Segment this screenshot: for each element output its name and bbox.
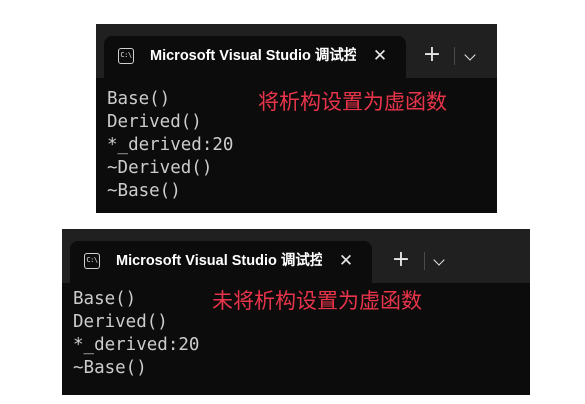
tab-dropdown-button[interactable] bbox=[457, 42, 485, 70]
tab-bar: C:\ Microsoft Visual Studio 调试控制台 ✕ + bbox=[96, 24, 497, 78]
output-line: Derived() bbox=[107, 112, 202, 132]
terminal-icon: C:\ bbox=[84, 253, 100, 269]
tab-title: Microsoft Visual Studio 调试控制台 bbox=[116, 253, 322, 269]
annotation-label: 将析构设置为虚函数 bbox=[258, 90, 447, 114]
tab-separator bbox=[424, 252, 425, 270]
output-line: ~Base() bbox=[107, 181, 181, 201]
output-line: Base() bbox=[107, 89, 171, 109]
tab-debug-console[interactable]: C:\ Microsoft Visual Studio 调试控制台 ✕ bbox=[70, 241, 372, 283]
console-output: Base() Derived() *_derived:20 ~Base() 未将… bbox=[62, 283, 530, 395]
output-line: ~Derived() bbox=[107, 158, 213, 178]
close-icon[interactable]: ✕ bbox=[368, 44, 392, 68]
output-line: Derived() bbox=[73, 312, 168, 332]
terminal-icon: C:\ bbox=[118, 48, 134, 64]
chevron-down-icon bbox=[464, 49, 476, 61]
terminal-window-virtual: C:\ Microsoft Visual Studio 调试控制台 ✕ + Ba… bbox=[96, 24, 497, 213]
tab-dropdown-button[interactable] bbox=[426, 247, 454, 275]
output-line: ~Base() bbox=[73, 358, 147, 378]
tab-separator bbox=[454, 47, 455, 65]
output-line: *_derived:20 bbox=[107, 135, 234, 155]
chevron-down-icon bbox=[433, 254, 445, 266]
plus-icon[interactable]: + bbox=[418, 42, 446, 70]
console-output: Base() Derived() *_derived:20 ~Derived()… bbox=[96, 78, 497, 213]
annotation-label: 未将析构设置为虚函数 bbox=[212, 289, 422, 313]
tab-debug-console[interactable]: C:\ Microsoft Visual Studio 调试控制台 ✕ bbox=[104, 36, 406, 78]
terminal-window-non-virtual: C:\ Microsoft Visual Studio 调试控制台 ✕ + Ba… bbox=[62, 229, 530, 395]
tab-bar: C:\ Microsoft Visual Studio 调试控制台 ✕ + bbox=[62, 229, 530, 283]
output-line: Base() bbox=[73, 289, 137, 309]
tab-title: Microsoft Visual Studio 调试控制台 bbox=[150, 48, 356, 64]
output-line: *_derived:20 bbox=[73, 335, 200, 355]
plus-icon[interactable]: + bbox=[387, 247, 415, 275]
close-icon[interactable]: ✕ bbox=[334, 249, 358, 273]
